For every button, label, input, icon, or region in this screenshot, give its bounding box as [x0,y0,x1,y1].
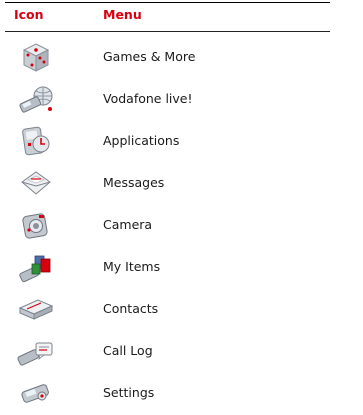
table-row: Camera [0,205,363,247]
menu-label: My Items [103,259,161,274]
table-row: Call Log [0,331,363,373]
settings-icon [14,376,58,412]
table-row: Vodafone live! [0,79,363,121]
globe-phone-icon [14,82,58,118]
dice-icon [14,40,58,76]
camera-icon [14,208,58,244]
table-row: Settings [0,373,363,415]
table-row: Games & More [0,37,363,79]
contacts-icon [14,292,58,328]
applications-icon [14,124,58,160]
menu-label: Camera [103,217,153,232]
table-row: My Items [0,247,363,289]
envelope-icon [14,166,58,202]
header-rule [5,31,330,32]
table-row: Applications [0,121,363,163]
menu-label: Vodafone live! [103,91,193,106]
menu-column-header: Menu [103,7,142,22]
icon-column-header: Icon [14,7,44,22]
menu-label: Call Log [103,343,153,358]
menu-label: Contacts [103,301,159,316]
menu-label: Settings [103,385,155,400]
table-header: Icon Menu [0,0,363,33]
menu-label: Applications [103,133,180,148]
menu-label: Games & More [103,49,196,64]
my-items-icon [14,250,58,286]
menu-label: Messages [103,175,165,190]
call-log-icon [14,334,58,370]
table-row: Contacts [0,289,363,331]
table-row: Messages [0,163,363,205]
